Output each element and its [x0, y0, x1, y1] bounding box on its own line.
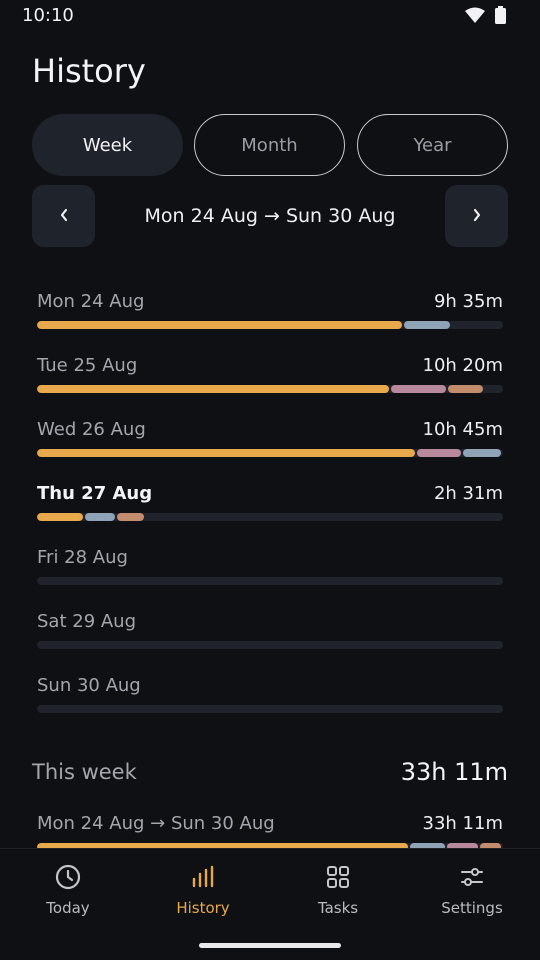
- day-label: Tue 25 Aug: [37, 355, 138, 376]
- history-screen: 10:10 History Week Month Year Mon 24 Aug…: [0, 0, 540, 960]
- nav-today[interactable]: Today: [18, 863, 118, 917]
- day-total: 9h 35m: [433, 291, 503, 312]
- usage-segment: [37, 321, 403, 329]
- usage-segment: [463, 449, 501, 457]
- day-label: Wed 26 Aug: [37, 419, 146, 440]
- day-row[interactable]: Fri 28 Aug: [37, 547, 503, 597]
- usage-segment: [391, 385, 446, 393]
- sliders-icon: [459, 864, 485, 894]
- nav-settings[interactable]: Settings: [422, 863, 522, 917]
- date-range-label: Mon 24 Aug → Sun 30 Aug: [144, 205, 396, 227]
- battery-icon: [495, 6, 506, 28]
- day-total: 10h 20m: [422, 355, 503, 376]
- chevron-right-icon: [472, 207, 482, 226]
- clock-icon: [54, 863, 82, 895]
- day-label: Mon 24 Aug: [37, 291, 145, 312]
- day-label: Sat 29 Aug: [37, 611, 137, 632]
- day-total: 10h 45m: [422, 419, 503, 440]
- usage-segment: [37, 513, 83, 521]
- week-range-total: 33h 11m: [422, 813, 503, 834]
- day-usage-bar: [37, 385, 503, 393]
- day-usage-bar: [37, 321, 503, 329]
- grid-icon: [325, 864, 351, 894]
- nav-tasks[interactable]: Tasks: [288, 863, 388, 917]
- status-icons: [465, 6, 506, 28]
- nav-history[interactable]: History: [153, 863, 253, 917]
- day-usage-bar: [37, 705, 503, 713]
- bottom-navigation: Today History Tasks Settings: [0, 848, 540, 960]
- nav-settings-label: Settings: [441, 899, 503, 917]
- next-range-button[interactable]: [445, 185, 508, 247]
- tab-month[interactable]: Month: [194, 114, 345, 176]
- usage-segment: [448, 385, 483, 393]
- tab-week[interactable]: Week: [32, 114, 183, 176]
- day-label: Thu 27 Aug: [37, 483, 153, 504]
- day-usage-bar: [37, 513, 503, 521]
- nav-history-label: History: [176, 899, 230, 917]
- day-row[interactable]: Tue 25 Aug 10h 20m: [37, 355, 503, 405]
- day-usage-bar: [37, 577, 503, 585]
- day-usage-bar: [37, 641, 503, 649]
- day-label: Sun 30 Aug: [37, 675, 141, 696]
- status-bar: 10:10: [0, 0, 540, 32]
- day-row[interactable]: Thu 27 Aug 2h 31m: [37, 483, 503, 533]
- day-usage-bar: [37, 449, 503, 457]
- wifi-icon: [465, 7, 485, 27]
- usage-segment: [84, 513, 116, 521]
- day-row[interactable]: Wed 26 Aug 10h 45m: [37, 419, 503, 469]
- usage-segment: [117, 513, 145, 521]
- nav-tasks-label: Tasks: [317, 899, 359, 917]
- page-title: History: [32, 52, 146, 90]
- tab-year[interactable]: Year: [357, 114, 508, 176]
- day-label: Fri 28 Aug: [37, 547, 128, 568]
- usage-segment: [416, 449, 462, 457]
- day-row[interactable]: Sun 30 Aug: [37, 675, 503, 725]
- week-summary-label: This week: [32, 760, 137, 784]
- status-time: 10:10: [22, 5, 74, 26]
- day-row[interactable]: Sat 29 Aug: [37, 611, 503, 661]
- day-total: 2h 31m: [433, 483, 503, 504]
- week-summary-total: 33h 11m: [400, 758, 508, 786]
- day-row[interactable]: Mon 24 Aug 9h 35m: [37, 291, 503, 341]
- bar-chart-icon: [190, 864, 216, 894]
- usage-segment: [37, 385, 390, 393]
- week-range-label: Mon 24 Aug → Sun 30 Aug: [37, 813, 275, 834]
- previous-range-button[interactable]: [32, 185, 95, 247]
- usage-segment: [37, 449, 415, 457]
- nav-today-label: Today: [46, 899, 90, 917]
- usage-segment: [404, 321, 451, 329]
- chevron-left-icon: [59, 207, 69, 226]
- home-indicator[interactable]: [199, 943, 341, 948]
